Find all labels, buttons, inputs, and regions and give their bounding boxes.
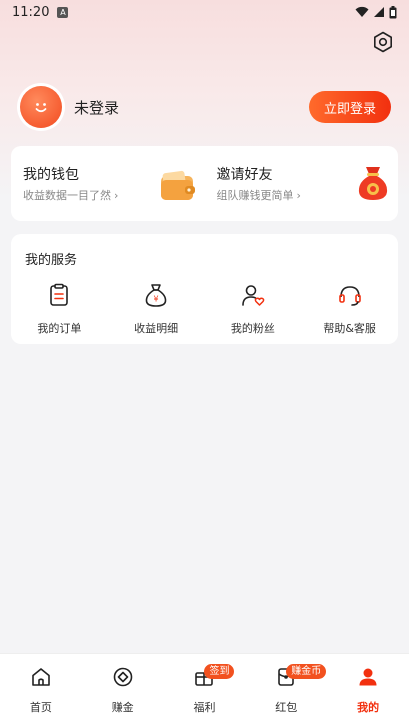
lucky-bag-icon bbox=[358, 167, 388, 200]
wallet-card: 我的钱包 收益数据一目了然 › 邀请好友 组队赚钱更简单 › bbox=[11, 146, 398, 221]
bottom-tab-bar: 首页 赚金 签到 福利 赚金币 红包 我的 bbox=[0, 653, 409, 727]
chevron-right-icon: › bbox=[296, 188, 301, 202]
wallet-subtitle-text: 收益数据一目了然 bbox=[23, 189, 111, 202]
headset-icon bbox=[338, 286, 361, 306]
service-label: 帮助&客服 bbox=[323, 322, 376, 335]
battery-icon bbox=[389, 5, 397, 18]
status-time: 11:20 bbox=[12, 4, 50, 20]
service-label: 收益明细 bbox=[134, 322, 179, 335]
service-label: 我的粉丝 bbox=[230, 322, 275, 335]
money-bag-icon: ¥ bbox=[145, 284, 167, 307]
status-bar: 11:20 A bbox=[0, 0, 409, 24]
tab-label: 我的 bbox=[357, 701, 380, 714]
notification-icon: A bbox=[57, 6, 69, 18]
tab-welfare[interactable]: 签到 福利 bbox=[164, 654, 246, 727]
services-card: 我的服务 我的订单 ¥ 收益明细 我的粉丝 帮助&客服 bbox=[11, 234, 398, 344]
wallet-icon bbox=[160, 170, 195, 200]
tab-earn[interactable]: 赚金 bbox=[82, 654, 164, 727]
services-title: 我的服务 bbox=[25, 253, 78, 268]
user-icon bbox=[359, 668, 377, 686]
invite-entry[interactable]: 邀请好友 组队赚钱更简单 › bbox=[205, 146, 399, 221]
tab-home[interactable]: 首页 bbox=[0, 654, 82, 727]
profile-section: 未登录 立即登录 bbox=[20, 85, 391, 129]
tab-red-packet[interactable]: 赚金币 红包 bbox=[245, 654, 327, 727]
order-icon bbox=[50, 283, 69, 306]
avatar[interactable] bbox=[20, 86, 62, 128]
tab-label: 首页 bbox=[29, 701, 52, 714]
tab-mine[interactable]: 我的 bbox=[327, 654, 409, 727]
fans-icon bbox=[242, 285, 265, 306]
invite-subtitle-text: 组队赚钱更简单 bbox=[216, 189, 294, 202]
services-list: 我的订单 ¥ 收益明细 我的粉丝 帮助&客服 bbox=[11, 282, 398, 336]
chevron-right-icon: › bbox=[114, 188, 119, 202]
wifi-icon bbox=[355, 6, 369, 17]
tab-label: 福利 bbox=[193, 701, 216, 714]
smile-icon bbox=[35, 103, 47, 113]
status-indicators bbox=[355, 5, 397, 19]
service-label: 我的订单 bbox=[37, 322, 82, 335]
login-status: 未登录 bbox=[74, 98, 120, 117]
service-earnings[interactable]: ¥ 收益明细 bbox=[108, 282, 205, 336]
signal-icon bbox=[374, 7, 384, 17]
home-icon bbox=[32, 668, 50, 686]
service-orders[interactable]: 我的订单 bbox=[11, 282, 108, 336]
svg-text:¥: ¥ bbox=[154, 295, 159, 304]
wallet-entry[interactable]: 我的钱包 收益数据一目了然 › bbox=[11, 146, 205, 221]
service-fans[interactable]: 我的粉丝 bbox=[205, 282, 302, 336]
login-button[interactable]: 立即登录 bbox=[309, 91, 391, 123]
tab-label: 红包 bbox=[275, 701, 298, 714]
service-help[interactable]: 帮助&客服 bbox=[301, 282, 398, 336]
earn-coins-badge: 赚金币 bbox=[286, 664, 327, 679]
tab-label: 赚金 bbox=[111, 701, 134, 714]
sign-in-badge: 签到 bbox=[204, 664, 235, 679]
coin-icon bbox=[113, 667, 132, 687]
settings-icon[interactable] bbox=[371, 30, 395, 54]
